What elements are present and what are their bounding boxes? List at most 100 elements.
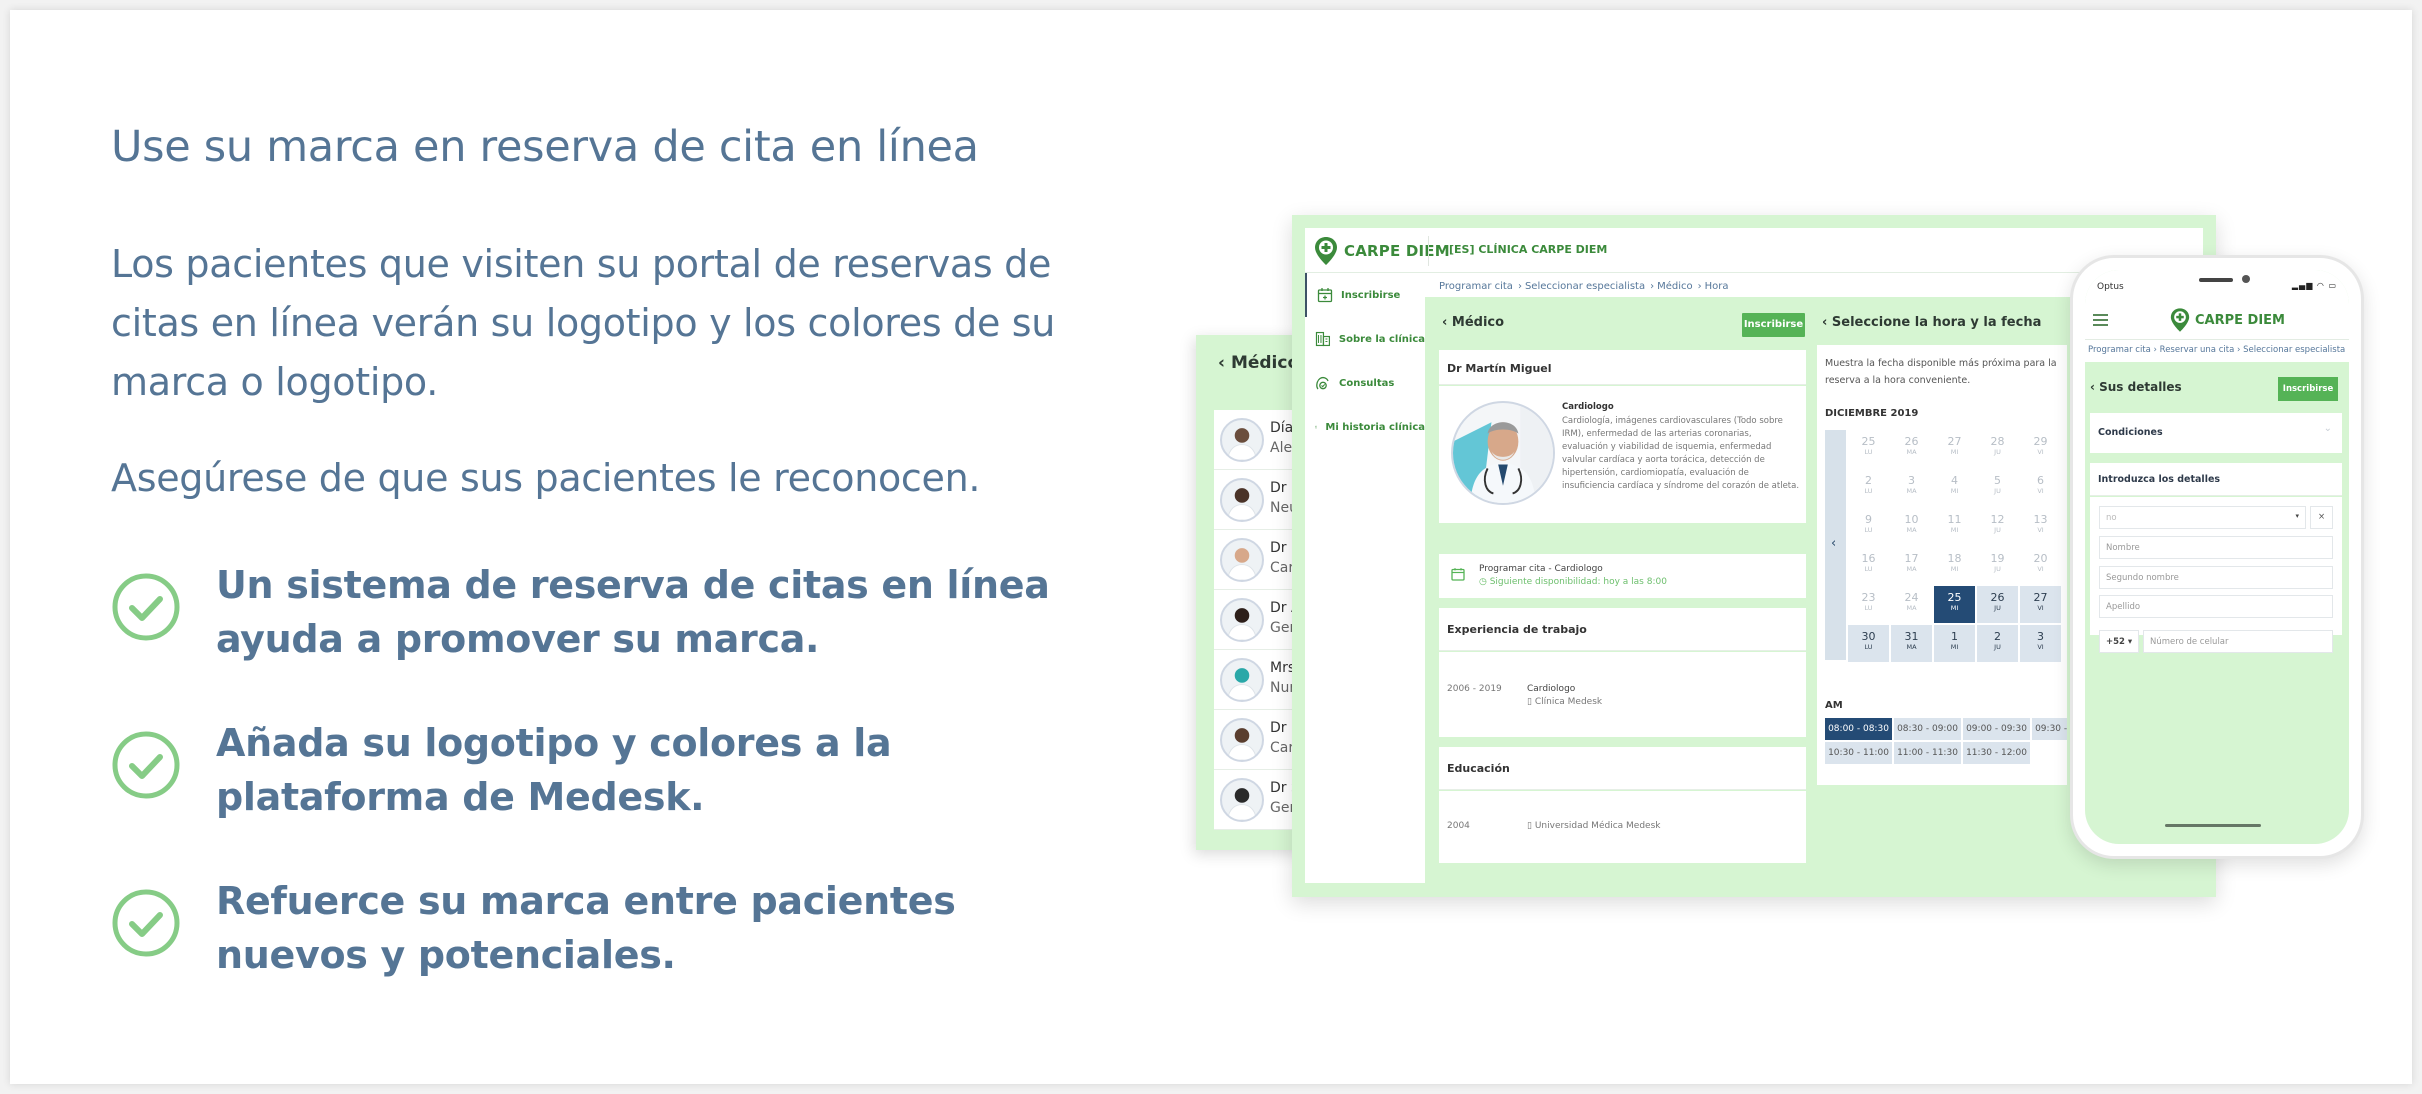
time-slot[interactable]: 11:00 - 11:30 bbox=[1894, 742, 1961, 764]
weekday-label: MA bbox=[1906, 643, 1917, 651]
time-slot[interactable]: 09:00 - 09:30 bbox=[1963, 718, 2030, 740]
details-header: Introduzca los detalles bbox=[2090, 463, 2342, 496]
calendar-day-selected[interactable]: 25 MI bbox=[1934, 586, 1975, 623]
calendar-prev-button[interactable]: ‹ bbox=[1825, 430, 1846, 660]
day-number: 16 bbox=[1861, 552, 1876, 565]
calendar-day[interactable]: 26 JU bbox=[1977, 586, 2018, 623]
experience-years: 2006 - 2019 bbox=[1447, 684, 1502, 694]
feature-text: Un sistema de reserva de citas en línea … bbox=[216, 563, 1050, 661]
stethoscope-icon bbox=[1316, 376, 1329, 390]
weekday-label: JU bbox=[1994, 448, 2001, 456]
carrier-name: Optus bbox=[2097, 282, 2124, 292]
education-title: Educación bbox=[1447, 762, 1510, 775]
weekday-label: MA bbox=[1906, 448, 1917, 456]
signup-button[interactable]: Inscribirse bbox=[2278, 377, 2338, 401]
calendar-day: 6 VI bbox=[2020, 469, 2061, 506]
building-icon: ▯ bbox=[1527, 821, 1535, 831]
weekday-label: LU bbox=[1864, 448, 1873, 456]
first-name-field[interactable]: Nombre bbox=[2099, 536, 2333, 559]
home-indicator bbox=[2165, 824, 2261, 827]
calendar-day: 20 VI bbox=[2020, 547, 2061, 584]
speaker-grill bbox=[2199, 278, 2233, 282]
sidebar-item-label: Consultas bbox=[1339, 377, 1395, 389]
doctor-portrait-icon bbox=[1226, 428, 1258, 460]
day-number: 2 bbox=[1865, 474, 1872, 487]
last-name-field[interactable]: Apellido bbox=[2099, 595, 2333, 618]
time-slot[interactable]: 11:30 - 12:00 bbox=[1963, 742, 2030, 764]
calendar-day: 27 MI bbox=[1934, 430, 1975, 467]
schedule-card[interactable]: Programar cita - Cardiologo ◷ Siguiente … bbox=[1439, 554, 1806, 598]
calendar-day[interactable]: 30 LU bbox=[1848, 625, 1889, 662]
conditions-accordion[interactable]: Condiciones ⌄ bbox=[2090, 413, 2342, 453]
schedule-title: Programar cita - Cardiologo bbox=[1479, 564, 1603, 574]
day-number: 3 bbox=[1908, 474, 1915, 487]
hamburger-menu-icon[interactable] bbox=[2093, 314, 2108, 326]
breadcrumb-item[interactable]: Seleccionar especialista bbox=[1525, 281, 1645, 292]
weekday-label: JU bbox=[1994, 487, 2001, 495]
sidebar-item-inscribirse[interactable]: Inscribirse bbox=[1305, 273, 1425, 317]
back-to-doctor[interactable]: ‹ Médico bbox=[1442, 315, 1504, 330]
calendar-grid: ‹ 25 LU 26 MA 27 MI 28 JU 29 VI 2 LU 3 MA 4 MI 5 JU 6 VI 9 LU… bbox=[1825, 430, 2067, 662]
calendar-day: 3 MA bbox=[1891, 469, 1932, 506]
breadcrumb-item[interactable]: Seleccionar especialista bbox=[2243, 345, 2345, 355]
time-slot-selected[interactable]: 08:00 - 08:30 bbox=[1825, 718, 1892, 740]
breadcrumb-item[interactable]: Médico bbox=[1657, 281, 1693, 292]
brand-logo[interactable]: CARPE DIEM bbox=[1314, 236, 1450, 266]
close-icon: × bbox=[2317, 512, 2326, 522]
day-number: 25 bbox=[1861, 435, 1876, 448]
weekday-label: LU bbox=[1864, 487, 1873, 495]
feature-text: Añada su logotipo y colores a la platafo… bbox=[216, 721, 892, 819]
day-number: 24 bbox=[1904, 591, 1919, 604]
day-number: 12 bbox=[1990, 513, 2005, 526]
experience-card: 2006 - 2019 Cardiologo ▯ Clínica Medesk bbox=[1439, 652, 1806, 737]
day-number: 1 bbox=[1951, 630, 1958, 643]
breadcrumb-item[interactable]: Programar cita bbox=[1439, 281, 1513, 292]
calendar-day[interactable]: 31 MA bbox=[1891, 625, 1932, 662]
calendar-icon bbox=[1451, 568, 1465, 581]
phone-mockup: Optus ▂▄▆ ◠ ▭ CARPE DIEM Programar cita … bbox=[2070, 255, 2364, 859]
phone-number-field[interactable]: Número de celular bbox=[2143, 630, 2333, 653]
back-to-details[interactable]: ‹ Sus detalles bbox=[2090, 380, 2182, 394]
brand-name: CARPE DIEM bbox=[1344, 242, 1450, 260]
calendar-day[interactable]: 3 VI bbox=[2020, 625, 2061, 662]
phone-screen: Optus ▂▄▆ ◠ ▭ CARPE DIEM Programar cita … bbox=[2085, 270, 2349, 844]
time-slot[interactable]: 09:30 - 10:00 bbox=[2032, 718, 2067, 740]
clear-button[interactable]: × bbox=[2310, 506, 2333, 529]
brand-logo[interactable]: CARPE DIEM bbox=[2170, 307, 2285, 333]
doctor-list-title[interactable]: ‹ Médico bbox=[1218, 353, 1299, 373]
status-icons: ▂▄▆ ◠ ▭ bbox=[2292, 281, 2337, 290]
day-number: 31 bbox=[1904, 630, 1919, 643]
calendar-day[interactable]: 1 MI bbox=[1934, 625, 1975, 662]
camera-dot bbox=[2242, 275, 2250, 283]
sidebar-item-consultas[interactable]: Consultas bbox=[1305, 361, 1425, 405]
day-number: 4 bbox=[1951, 474, 1958, 487]
country-code-select[interactable]: +52 ▾ bbox=[2099, 630, 2139, 653]
sidebar-item-mi-historia-clinica[interactable]: Mi historia clínica bbox=[1305, 405, 1425, 449]
next-availability: ◷ Siguiente disponibilidad: hoy a las 8:… bbox=[1479, 577, 1667, 587]
details-form: no ▾ × Nombre Segundo nombre Apellido +5… bbox=[2090, 497, 2342, 653]
page-headline: Use su marca en reserva de cita en línea bbox=[111, 122, 979, 172]
day-number: 11 bbox=[1947, 513, 1962, 526]
location-plus-icon bbox=[2170, 308, 2190, 332]
calendar-day[interactable]: 2 JU bbox=[1977, 625, 2018, 662]
doctor-portrait-icon bbox=[1226, 548, 1258, 580]
time-slot[interactable]: 10:30 - 11:00 bbox=[1825, 742, 1892, 764]
breadcrumb-item[interactable]: Reservar una cita bbox=[2160, 345, 2235, 355]
calendar-day[interactable]: 27 VI bbox=[2020, 586, 2061, 623]
sidebar-item-sobre-la-clinica[interactable]: Sobre la clínica bbox=[1305, 317, 1425, 361]
breadcrumb-item[interactable]: Programar cita bbox=[2088, 345, 2151, 355]
feature-text: Refuerce su marca entre pacientes nuevos… bbox=[216, 879, 956, 977]
chevron-down-icon: ⌄ bbox=[2323, 423, 2332, 434]
time-slot[interactable]: 08:30 - 09:00 bbox=[1894, 718, 1961, 740]
signal-icon: ▂▄▆ bbox=[2291, 281, 2314, 290]
back-to-time-selection[interactable]: ‹ Seleccione la hora y la fecha bbox=[1822, 315, 2041, 330]
title-select[interactable]: no ▾ bbox=[2099, 506, 2306, 529]
day-number: 5 bbox=[1994, 474, 2001, 487]
doctor-avatar bbox=[1220, 538, 1264, 582]
doctor-avatar bbox=[1451, 401, 1555, 505]
middle-name-field[interactable]: Segundo nombre bbox=[2099, 566, 2333, 589]
doctor-portrait-icon bbox=[1453, 403, 1553, 503]
weekday-label: MI bbox=[1950, 643, 1959, 651]
calendar-day: 9 LU bbox=[1848, 508, 1889, 545]
signup-button[interactable]: Inscribirse bbox=[1742, 313, 1805, 337]
